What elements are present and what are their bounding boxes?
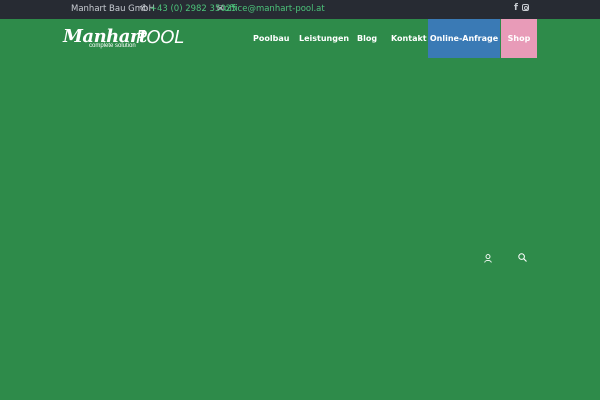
logo-tagline: complete solution <box>89 43 136 49</box>
nav-item-shop[interactable]: Shop <box>501 19 537 58</box>
email-link[interactable]: ✉office@manhart-pool.at <box>217 4 325 14</box>
user-icon[interactable] <box>484 254 492 263</box>
email-address: office@manhart-pool.at <box>224 4 325 14</box>
nav-item-online-anfrage[interactable]: Online-Anfrage <box>428 19 500 58</box>
logo[interactable]: Manhart POOL complete solution <box>63 26 185 50</box>
nav-item-poolbau[interactable]: Poolbau <box>253 19 289 58</box>
search-icon[interactable] <box>518 253 527 262</box>
instagram-icon[interactable] <box>522 3 529 13</box>
nav-item-leistungen[interactable]: Leistungen <box>299 19 349 58</box>
nav-item-kontakt[interactable]: Kontakt <box>391 19 427 58</box>
facebook-icon[interactable]: f <box>514 3 518 13</box>
nav-item-blog[interactable]: Blog <box>357 19 377 58</box>
top-bar: Manhart Bau GmbH ✆ +43 (0) 2982 35025 ✉o… <box>0 0 600 19</box>
logo-word-pool: POOL <box>136 27 185 48</box>
phone-icon: ✆ <box>140 4 148 14</box>
